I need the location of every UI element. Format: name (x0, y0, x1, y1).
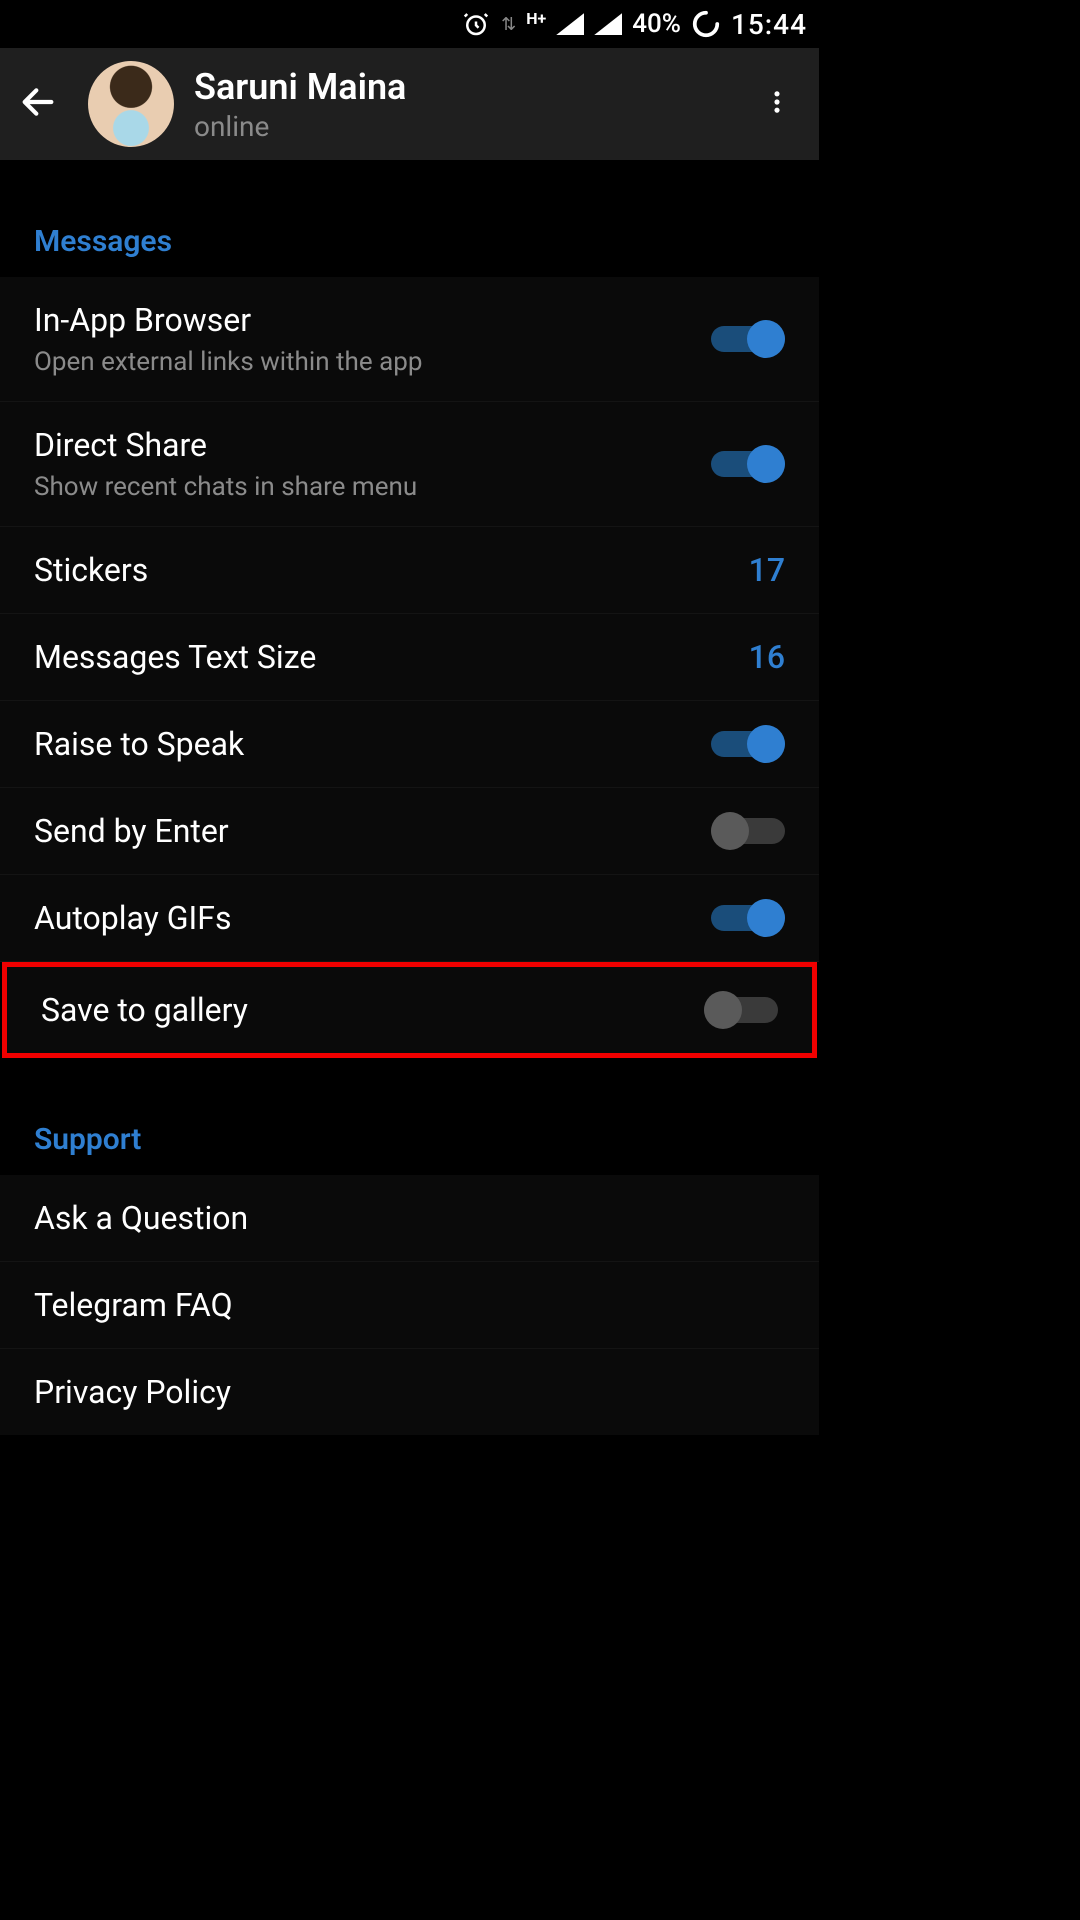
row-stickers[interactable]: Stickers 17 (0, 527, 819, 614)
row-title: Stickers (34, 551, 749, 589)
section-title-support: Support (0, 1086, 819, 1175)
row-send-by-enter[interactable]: Send by Enter (0, 788, 819, 875)
status-time: 15:44 (731, 8, 807, 41)
avatar[interactable] (88, 61, 174, 147)
signal-2-icon (594, 13, 622, 35)
network-type-label: H+ (526, 9, 546, 28)
row-title: Ask a Question (34, 1199, 785, 1237)
section-title-messages: Messages (0, 188, 819, 277)
row-autoplay-gifs[interactable]: Autoplay GIFs (0, 875, 819, 962)
signal-1-icon (556, 13, 584, 35)
row-title: Direct Share (34, 426, 711, 464)
row-in-app-browser[interactable]: In-App Browser Open external links withi… (0, 277, 819, 402)
toggle-in-app-browser[interactable] (711, 320, 785, 358)
back-button[interactable] (18, 82, 58, 126)
toggle-raise-to-speak[interactable] (711, 725, 785, 763)
row-title: Autoplay GIFs (34, 899, 711, 937)
row-save-to-gallery[interactable]: Save to gallery (2, 962, 817, 1058)
loading-spinner-icon (691, 9, 721, 39)
data-arrows-icon: ⇅ (501, 14, 516, 35)
toggle-autoplay-gifs[interactable] (711, 899, 785, 937)
row-text-size[interactable]: Messages Text Size 16 (0, 614, 819, 701)
toggle-send-by-enter[interactable] (711, 812, 785, 850)
profile-name: Saruni Maina (194, 66, 733, 108)
row-title: Raise to Speak (34, 725, 711, 763)
row-title: Telegram FAQ (34, 1286, 785, 1324)
row-title: Send by Enter (34, 812, 711, 850)
row-title: Messages Text Size (34, 638, 749, 676)
alarm-icon (461, 9, 491, 39)
toggle-save-to-gallery[interactable] (704, 991, 778, 1029)
row-privacy-policy[interactable]: Privacy Policy (0, 1349, 819, 1435)
row-direct-share[interactable]: Direct Share Show recent chats in share … (0, 402, 819, 527)
stickers-count: 17 (749, 551, 785, 589)
row-subtitle: Show recent chats in share menu (34, 472, 711, 502)
status-bar: ⇅ H+ 40% 15:44 (0, 0, 819, 48)
row-raise-to-speak[interactable]: Raise to Speak (0, 701, 819, 788)
section-divider (0, 160, 819, 188)
row-title: Privacy Policy (34, 1373, 785, 1411)
row-title: In-App Browser (34, 301, 711, 339)
row-subtitle: Open external links within the app (34, 347, 711, 377)
more-button[interactable] (753, 78, 801, 130)
profile-status: online (194, 110, 733, 143)
row-title: Save to gallery (41, 991, 704, 1029)
profile-header: Saruni Maina online (0, 48, 819, 160)
text-size-value: 16 (749, 638, 785, 676)
row-telegram-faq[interactable]: Telegram FAQ (0, 1262, 819, 1349)
section-divider (0, 1058, 819, 1086)
header-text: Saruni Maina online (194, 66, 733, 143)
battery-percent: 40% (632, 9, 681, 39)
row-ask-question[interactable]: Ask a Question (0, 1175, 819, 1262)
toggle-direct-share[interactable] (711, 445, 785, 483)
